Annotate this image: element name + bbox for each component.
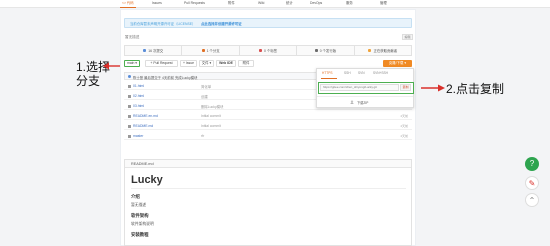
file-icon — [128, 124, 131, 128]
readme-panel: README.md Lucky 介绍 暂无描述 软件架构 软件架构说明 安装教程 — [124, 159, 412, 246]
file-commit-msg[interactable]: Initial commit — [201, 124, 221, 128]
stat-contributors-label: 正在获取贡献者 — [373, 49, 398, 53]
clone-popup: HTTPS SSH SVN SVN+SSH https://gitee.com/… — [316, 68, 414, 108]
file-icon — [128, 94, 131, 98]
file-name[interactable]: 02.html — [133, 94, 144, 98]
readme-heading: 介绍 — [131, 194, 140, 199]
readme-filename[interactable]: README.md — [131, 162, 154, 166]
step2-annotation: 2.点击复制 — [446, 82, 505, 96]
stat-branches-label: 1 个分支 — [206, 49, 220, 53]
readme-heading: 安装教程 — [131, 232, 149, 237]
file-name[interactable]: 03.html — [133, 104, 144, 108]
tab-svn[interactable]: SVN — [358, 71, 365, 75]
stat-commits-label: 16 次提交 — [148, 49, 164, 53]
release-icon — [314, 49, 318, 52]
file-name[interactable]: README.en.md — [133, 114, 158, 118]
tab-devops[interactable]: DevOps — [310, 1, 322, 6]
divider — [131, 188, 406, 189]
tab-ssh[interactable]: SSH — [344, 71, 351, 75]
file-name[interactable]: README.md — [133, 124, 153, 128]
file-icon — [128, 104, 131, 108]
tab-code[interactable]: <> 代码 — [122, 1, 134, 6]
tab-svn-ssh[interactable]: SVN+SSH — [373, 71, 388, 75]
tab-https[interactable]: HTTPS — [322, 71, 332, 75]
clone-protocol-tabs: HTTPS SSH SVN SVN+SSH — [317, 71, 413, 77]
tab-services[interactable]: 服务 — [346, 1, 353, 6]
readme-paragraph: 软件架构说明 — [131, 222, 154, 226]
file-name[interactable]: 01.html — [133, 84, 144, 88]
back-to-top-button[interactable]: ⌃ — [525, 193, 539, 207]
download-zip-button[interactable]: 下载ZIP — [357, 100, 368, 105]
readme-title: Lucky — [131, 174, 163, 186]
license-banner-link[interactable]: 点此选择并创建开源许可证 — [201, 21, 242, 26]
license-banner: 当前仓库暂未声明开源许可证（LICENSE） 点此选择并创建开源许可证 — [124, 18, 412, 28]
tab-issues[interactable]: Issues — [152, 1, 162, 6]
clone-download-button[interactable]: 克隆/下载 ▾ — [383, 60, 412, 67]
file-date: 4天前 — [400, 124, 408, 128]
stat-tags[interactable]: 0 个标签 — [240, 46, 298, 55]
attachment-button[interactable]: 附件 — [238, 60, 254, 67]
file-date: 4天前 — [400, 114, 408, 118]
stat-releases[interactable]: 0 个发行版 — [297, 46, 355, 55]
file-icon — [128, 114, 131, 118]
new-issue-button[interactable]: + Issue — [180, 60, 197, 67]
new-pull-request-button[interactable]: + Pull Request — [145, 60, 178, 67]
step1-arrow-icon — [103, 62, 120, 70]
file-name[interactable]: master — [133, 134, 143, 138]
file-row[interactable]: README.en.md Initial commit 4天前 — [124, 112, 412, 120]
clone-url-field[interactable]: https://gitee.com/chen_shiyong/Lucky.git — [320, 84, 399, 91]
branch-select[interactable]: main ▾ — [124, 60, 140, 67]
readme-header: README.md — [125, 160, 411, 168]
step2-arrow-icon — [421, 84, 445, 92]
repo-description: 暂无描述 — [125, 35, 140, 39]
tab-wiki[interactable]: Wiki — [258, 1, 264, 6]
copy-button[interactable]: 复制 — [400, 84, 411, 91]
branch-icon — [201, 49, 205, 52]
feedback-button[interactable]: ✎ — [525, 176, 539, 190]
contributors-icon — [368, 49, 372, 52]
file-commit-msg[interactable]: 创建 — [201, 94, 208, 99]
top-nav: <> 代码 Issues Pull Requests 附件 Wiki 统计 De… — [0, 0, 550, 8]
repo-stats-bar: 16 次提交 1 个分支 0 个标签 0 个发行版 正在获取贡献者 — [124, 45, 412, 56]
active-protocol-underline — [321, 78, 337, 79]
help-button[interactable]: ? — [525, 157, 539, 171]
tab-attachments[interactable]: 附件 — [228, 1, 235, 6]
active-tab-underline — [120, 7, 136, 8]
file-icon — [128, 134, 131, 138]
file-commit-msg[interactable]: 简化单 — [201, 84, 211, 89]
commit-icon — [143, 49, 147, 52]
avatar — [128, 75, 131, 78]
feedback-icon: ✎ — [528, 179, 536, 188]
divider — [317, 96, 413, 97]
tab-manage[interactable]: 管理 — [380, 1, 387, 6]
chevron-up-icon: ⌃ — [528, 196, 536, 205]
tag-icon — [259, 49, 263, 52]
license-banner-text: 当前仓库暂未声明开源许可证（LICENSE） — [130, 22, 196, 26]
stat-tags-label: 0 个标签 — [264, 49, 278, 53]
download-icon — [350, 100, 354, 104]
readme-heading: 软件架构 — [131, 213, 149, 218]
stat-commits[interactable]: 16 次提交 — [125, 46, 183, 55]
file-row[interactable]: README.md Initial commit 4天前 — [124, 122, 412, 130]
stat-contributors[interactable]: 正在获取贡献者 — [355, 46, 411, 55]
stat-branches[interactable]: 1 个分支 — [182, 46, 240, 55]
edit-description-button[interactable]: 编辑 — [402, 34, 413, 40]
file-icon — [128, 84, 131, 88]
question-icon: ? — [529, 159, 535, 168]
step1-annotation-line2: 分支 — [76, 74, 101, 88]
latest-commit-text[interactable]: 陈士登 最后提交于 4天前前 完成Lucky模块 — [133, 75, 197, 80]
file-commit-msg[interactable]: Initial commit — [201, 114, 221, 118]
stat-releases-label: 0 个发行版 — [319, 49, 337, 53]
file-commit-msg[interactable]: 删除Lucky模块 — [201, 104, 223, 109]
tab-stats[interactable]: 统计 — [286, 1, 293, 6]
webide-button[interactable]: Web IDE — [216, 60, 236, 67]
file-date: 4天前 — [400, 134, 408, 138]
readme-paragraph: 暂无描述 — [131, 203, 147, 207]
file-menu-button[interactable]: 文件 ▾ — [199, 60, 214, 67]
tab-pull-requests[interactable]: Pull Requests — [184, 1, 205, 6]
file-commit-msg[interactable]: rfr — [201, 134, 204, 138]
file-row[interactable]: master rfr 4天前 — [124, 132, 412, 140]
